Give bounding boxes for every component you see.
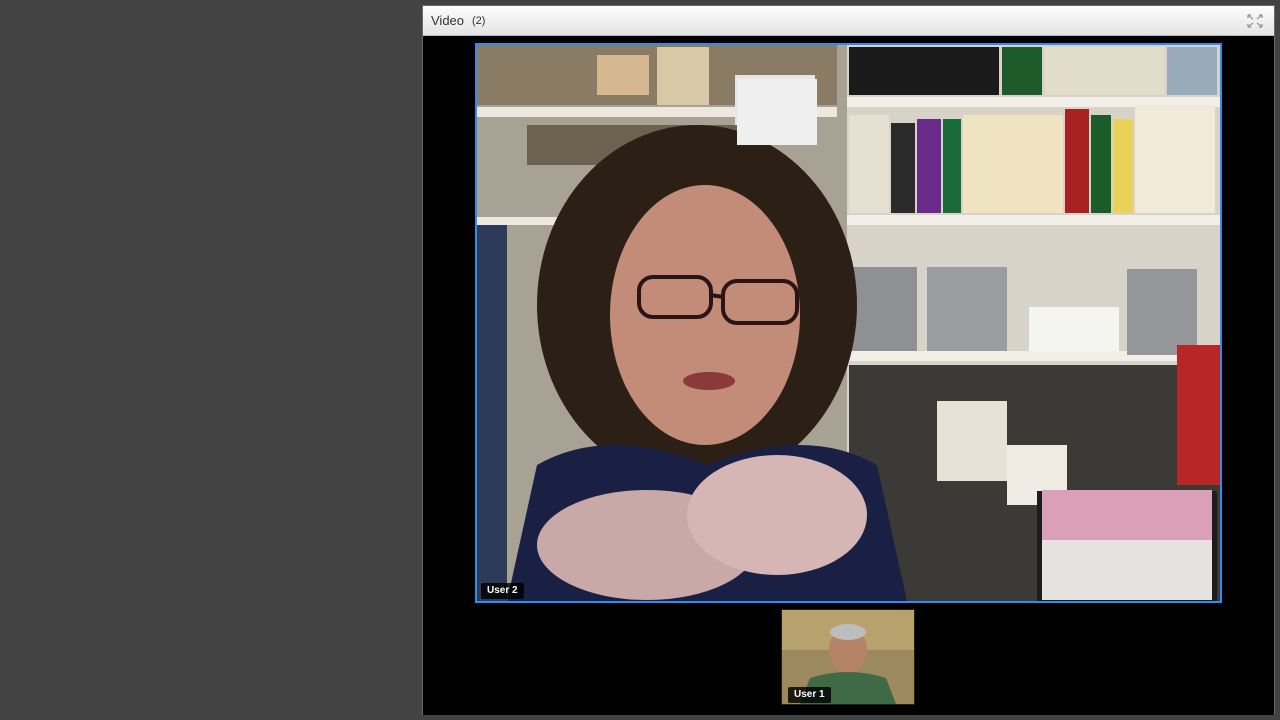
main-video-scene bbox=[477, 45, 1220, 601]
empty-left-pane bbox=[0, 0, 422, 720]
pod-title: Video bbox=[431, 13, 465, 28]
main-video-feed[interactable]: User 2 bbox=[475, 43, 1222, 603]
participant-count: (2) bbox=[472, 14, 486, 27]
video-pod: Video (2) User 2 User 1 bbox=[422, 5, 1275, 715]
fullscreen-icon[interactable] bbox=[1246, 13, 1264, 29]
thumbnail-participant-label: User 1 bbox=[788, 687, 831, 703]
video-area: User 2 User 1 bbox=[423, 37, 1274, 715]
thumbnail-video-feed[interactable]: User 1 bbox=[781, 609, 915, 705]
pod-header: Video (2) bbox=[423, 6, 1274, 36]
main-participant-label: User 2 bbox=[481, 583, 524, 599]
